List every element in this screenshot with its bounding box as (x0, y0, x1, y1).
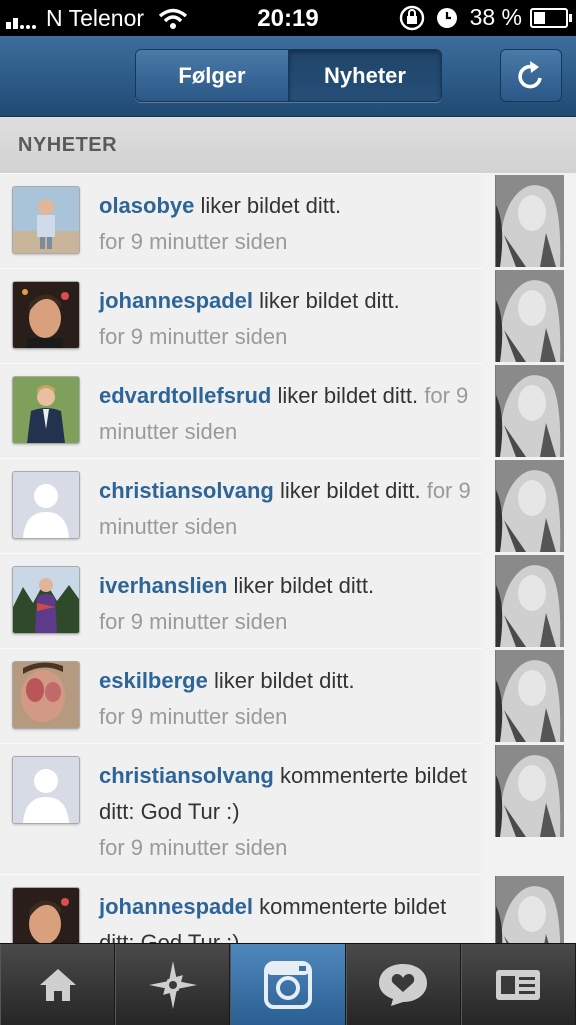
notification-text: iverhanslien liker bildet ditt. for 9 mi… (99, 568, 471, 640)
avatar[interactable] (12, 281, 80, 349)
notification-text: christiansolvang liker bildet ditt. for … (99, 473, 471, 545)
username-link[interactable]: johannespadel (99, 288, 253, 313)
post-thumbnail[interactable] (495, 650, 564, 742)
alarm-clock-icon (436, 7, 457, 28)
username-link[interactable]: christiansolvang (99, 478, 274, 503)
list-item[interactable]: edvardtollefsrud liker bildet ditt. for … (0, 363, 482, 459)
username-link[interactable]: eskilberge (99, 668, 208, 693)
tab-profile[interactable] (460, 944, 576, 1025)
default-avatar-icon (13, 757, 79, 823)
status-right: 38 % (398, 4, 572, 31)
nav-bar: Følger Nyheter (0, 36, 576, 117)
username-link[interactable]: iverhanslien (99, 573, 227, 598)
action-text: liker bildet ditt. (273, 478, 421, 503)
timestamp: for 9 minutter siden (99, 229, 288, 254)
notification-text: johannespadel kommenterte bildet ditt: G… (99, 889, 471, 943)
avatar[interactable] (12, 887, 80, 943)
thumbnail-column (482, 173, 576, 943)
profile-icon (496, 969, 541, 1000)
post-thumbnail[interactable] (495, 745, 564, 837)
action-text: liker bildet ditt. (207, 668, 355, 693)
tab-news[interactable]: Nyheter (288, 50, 441, 101)
default-avatar-icon (13, 472, 79, 538)
notification-text: johannespadel liker bildet ditt. for 9 m… (99, 283, 471, 355)
camera-icon (264, 960, 312, 1009)
avatar[interactable] (12, 566, 80, 634)
segmented-control: Følger Nyheter (135, 49, 442, 102)
action-text: liker bildet ditt. (271, 383, 419, 408)
avatar[interactable] (12, 661, 80, 729)
section-header: NYHETER (0, 117, 576, 174)
refresh-button[interactable] (500, 49, 562, 102)
post-thumbnail[interactable] (495, 876, 564, 943)
notification-text: christiansolvang kommenterte bildet ditt… (99, 758, 471, 866)
action-text: liker bildet ditt. (194, 193, 342, 218)
post-thumbnail[interactable] (495, 555, 564, 647)
list-item[interactable]: christiansolvang liker bildet ditt. for … (0, 458, 482, 554)
username-link[interactable]: christiansolvang (99, 763, 274, 788)
battery-icon (530, 7, 572, 28)
avatar[interactable] (12, 186, 80, 254)
home-icon (39, 968, 76, 1001)
post-thumbnail[interactable] (495, 270, 564, 362)
refresh-icon (518, 60, 542, 88)
list-item[interactable]: johannespadel kommenterte bildet ditt: G… (0, 874, 482, 943)
list-item[interactable]: christiansolvang kommenterte bildet ditt… (0, 743, 482, 875)
timestamp: for 9 minutter siden (99, 835, 288, 860)
avatar[interactable] (12, 756, 80, 824)
tab-camera[interactable] (230, 944, 346, 1025)
username-link[interactable]: olasobye (99, 193, 194, 218)
tab-bar (0, 943, 576, 1025)
status-bar: N Telenor 20:19 38 % (0, 0, 576, 36)
action-text: liker bildet ditt. (227, 573, 375, 598)
post-thumbnail[interactable] (495, 175, 564, 267)
list-item[interactable]: iverhanslien liker bildet ditt. for 9 mi… (0, 553, 482, 649)
tab-explore[interactable] (115, 944, 231, 1025)
post-thumbnail[interactable] (495, 460, 564, 552)
news-feed[interactable]: olasobye liker bildet ditt. for 9 minutt… (0, 173, 576, 943)
list-item[interactable]: johannespadel liker bildet ditt. for 9 m… (0, 268, 482, 364)
rotation-lock-icon (399, 5, 424, 30)
action-text: liker bildet ditt. (253, 288, 400, 313)
notification-text: olasobye liker bildet ditt. for 9 minutt… (99, 188, 471, 260)
username-link[interactable]: edvardtollefsrud (99, 383, 271, 408)
section-title: NYHETER (18, 134, 118, 156)
timestamp: for 9 minutter siden (99, 324, 288, 349)
tab-following[interactable]: Følger (136, 50, 288, 101)
explore-icon (148, 960, 197, 1009)
avatar[interactable] (12, 471, 80, 539)
notification-text: eskilberge liker bildet ditt. for 9 minu… (99, 663, 471, 735)
avatar[interactable] (12, 376, 80, 444)
post-thumbnail[interactable] (495, 365, 564, 457)
news-icon (379, 963, 428, 1006)
tab-news[interactable] (345, 944, 461, 1025)
battery-percent: 38 % (469, 4, 522, 30)
notification-text: edvardtollefsrud liker bildet ditt. for … (99, 378, 471, 450)
timestamp: for 9 minutter siden (99, 609, 288, 634)
list-item[interactable]: olasobye liker bildet ditt. for 9 minutt… (0, 173, 482, 269)
list-item[interactable]: eskilberge liker bildet ditt. for 9 minu… (0, 648, 482, 744)
tab-home[interactable] (0, 944, 116, 1025)
username-link[interactable]: johannespadel (99, 894, 253, 919)
timestamp: for 9 minutter siden (99, 704, 288, 729)
